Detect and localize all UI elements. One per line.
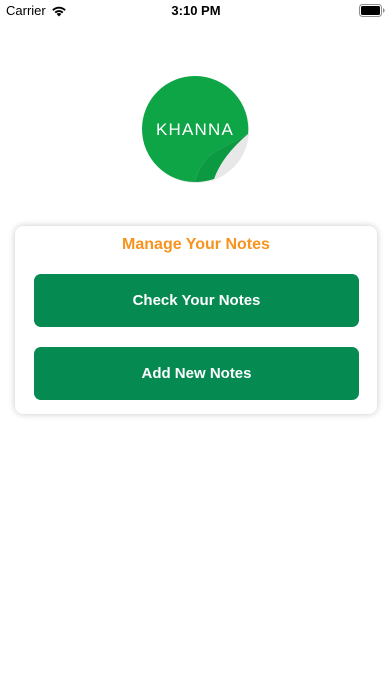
add-notes-button[interactable]: Add New Notes — [34, 347, 359, 400]
check-notes-button[interactable]: Check Your Notes — [34, 274, 359, 327]
manage-notes-card: Manage Your Notes Check Your Notes Add N… — [15, 226, 377, 414]
battery-icon — [359, 4, 385, 17]
logo-text: KHANNA — [155, 120, 235, 139]
status-time: 3:10 PM — [171, 3, 221, 18]
status-bar: Carrier 3:10 PM — [0, 0, 392, 22]
card-title: Manage Your Notes — [122, 236, 270, 253]
khanna-logo: KHANNA — [142, 76, 250, 184]
